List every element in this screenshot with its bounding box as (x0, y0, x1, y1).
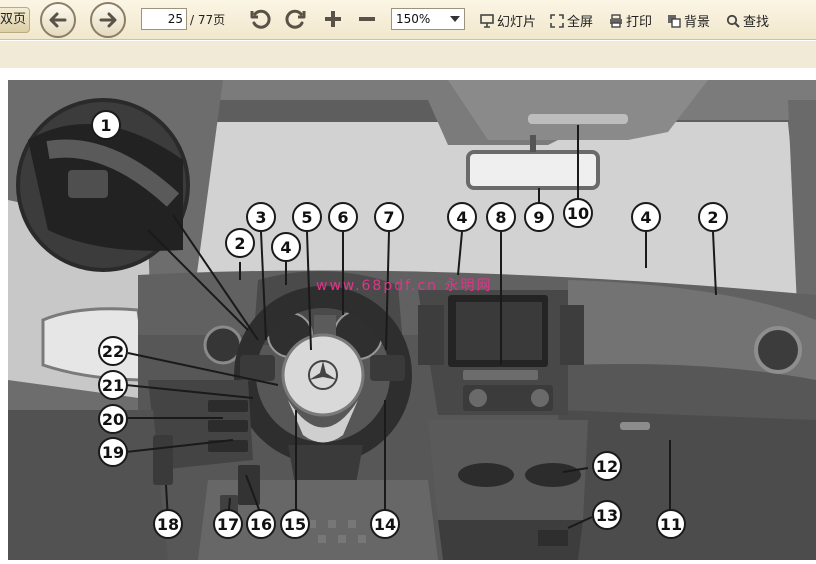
zoom-select[interactable]: 150% (391, 8, 465, 30)
slideshow-button[interactable]: 幻灯片 (480, 11, 536, 30)
callout-12: 12 (592, 451, 622, 481)
callout-1: 1 (91, 110, 121, 140)
arrow-left-icon (49, 12, 67, 28)
callout-16: 16 (246, 509, 276, 539)
print-label: 打印 (626, 15, 653, 30)
callout-4-left: 4 (271, 232, 301, 262)
slideshow-icon (480, 13, 494, 28)
callout-4-right: 4 (631, 202, 661, 232)
viewer-toolbar: 双页 25 / 77页 150% 幻灯片 全屏 打印 背景 查找 (0, 0, 816, 40)
background-label: 背景 (684, 15, 711, 30)
callout-15: 15 (280, 509, 310, 539)
rotate-ccw-icon (250, 9, 271, 29)
callout-13: 13 (592, 500, 622, 530)
background-icon (667, 14, 681, 28)
fullscreen-label: 全屏 (567, 15, 594, 30)
callout-20: 20 (98, 404, 128, 434)
cockpit-illustration (8, 80, 816, 560)
callout-19: 19 (98, 437, 128, 467)
zoom-value: 150% (396, 12, 431, 26)
callout-3: 3 (246, 202, 276, 232)
callout-5: 5 (292, 202, 322, 232)
search-icon (726, 14, 740, 28)
callout-18: 18 (153, 509, 183, 539)
cockpit-photo: www.68pdf.cn 永明网 1 2 3 5 6 7 4 8 9 10 4 … (8, 80, 816, 560)
callout-11: 11 (656, 509, 686, 539)
callout-7: 7 (374, 202, 404, 232)
print-button[interactable]: 打印 (609, 11, 652, 30)
page-total: / 77页 (190, 13, 226, 27)
slideshow-label: 幻灯片 (497, 15, 537, 30)
zoom-in-button[interactable] (320, 6, 346, 32)
rotate-left-button[interactable] (248, 6, 274, 32)
callout-2-right: 2 (698, 202, 728, 232)
fullscreen-icon (550, 13, 564, 28)
callout-21: 21 (98, 370, 128, 400)
double-page-button[interactable]: 双页 (0, 7, 30, 33)
double-page-label: 双页 (0, 12, 27, 27)
rotate-cw-icon (285, 9, 306, 29)
callout-22: 22 (98, 336, 128, 366)
rotate-right-button[interactable] (282, 6, 308, 32)
background-button[interactable]: 背景 (667, 11, 710, 30)
page-number-input[interactable]: 25 (141, 8, 187, 30)
viewer-background (0, 41, 816, 68)
page-top-margin (0, 68, 816, 78)
fullscreen-button[interactable]: 全屏 (550, 11, 593, 30)
callout-14: 14 (370, 509, 400, 539)
zoom-out-button[interactable] (354, 6, 380, 32)
find-label: 查找 (743, 15, 770, 30)
next-page-button[interactable] (90, 2, 126, 38)
callout-8: 8 (486, 202, 516, 232)
callout-4-center: 4 (447, 202, 477, 232)
callout-10: 10 (563, 198, 593, 228)
watermark-text: www.68pdf.cn 永明网 (316, 278, 493, 294)
callout-9: 9 (524, 202, 554, 232)
printer-icon (609, 13, 623, 28)
arrow-right-icon (99, 12, 117, 28)
plus-icon (325, 11, 341, 27)
previous-page-button[interactable] (40, 2, 76, 38)
callout-2-left: 2 (225, 228, 255, 258)
chevron-down-icon (450, 16, 460, 22)
minus-icon (359, 17, 375, 21)
callout-6: 6 (328, 202, 358, 232)
callout-17: 17 (213, 509, 243, 539)
find-button[interactable]: 查找 (726, 11, 769, 30)
